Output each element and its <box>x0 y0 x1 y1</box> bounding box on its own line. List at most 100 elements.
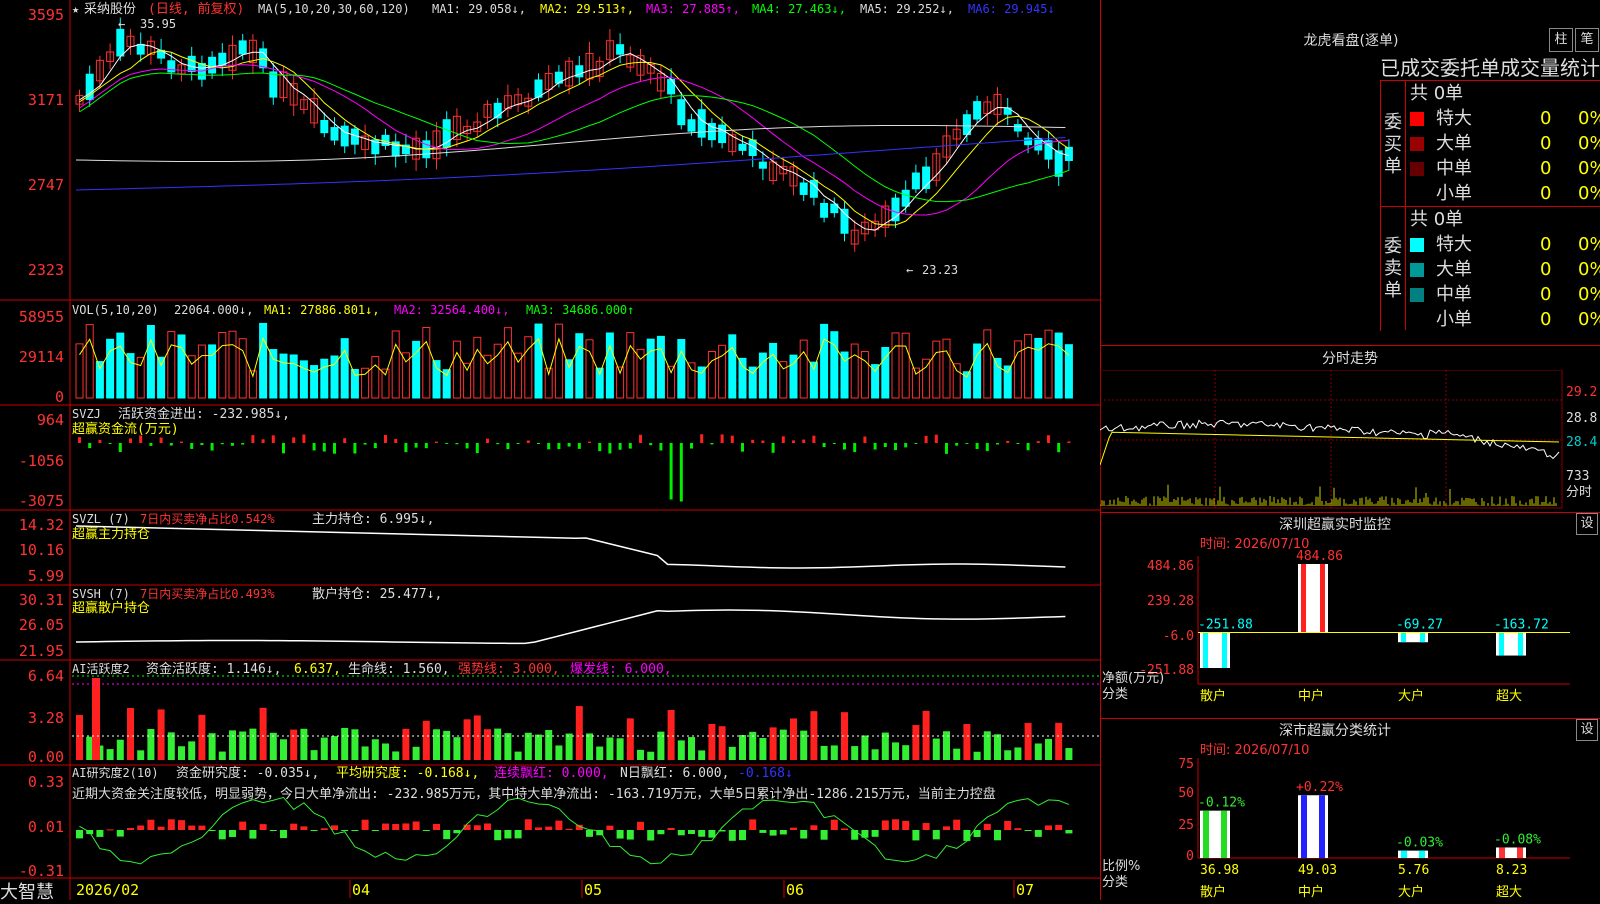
ai-research-bar <box>800 830 808 839</box>
ai-research-bar <box>1065 830 1073 834</box>
stats-change-label: +0.22% <box>1296 780 1343 795</box>
buy-row: 大单 0 0% <box>1410 131 1600 156</box>
ai-research-bar <box>494 830 502 841</box>
stats-category-label: 中户 <box>1298 884 1324 900</box>
kline-chart[interactable]: ★ 采纳股份 (日线, 前复权) MA(5,10,20,30,60,120) M… <box>0 0 1100 900</box>
volume-bar <box>106 338 115 399</box>
ai-research-bar <box>626 830 634 840</box>
ai-research-bar <box>637 821 644 830</box>
svzj-bar <box>577 443 581 449</box>
sell-row: 中单 0 0% <box>1410 282 1600 307</box>
ai-activity-bar <box>514 751 522 760</box>
ai-activity-bar <box>535 734 542 760</box>
svsh-axis-label: 21.95 <box>19 642 64 660</box>
swatch-icon <box>1410 137 1424 151</box>
ai-activity-peak-bar <box>92 678 100 760</box>
volume-bar <box>677 339 686 399</box>
svzj-bar <box>312 443 316 451</box>
volume-bar <box>738 357 747 399</box>
svzj-bar <box>414 443 418 448</box>
swatch-icon <box>1410 288 1424 302</box>
svzj-axis-label: 964 <box>37 411 64 429</box>
minute-chart[interactable]: 29.2 28.8 28.4 733 分时 <box>1100 370 1600 510</box>
svzj-bar <box>404 443 408 453</box>
ai-activity-bar <box>198 714 206 760</box>
volume-bar <box>779 361 788 399</box>
minute-axis-label: 733 <box>1566 469 1589 484</box>
ai-activity-bar <box>1065 748 1073 760</box>
volume-bar <box>656 335 665 399</box>
candle <box>238 40 247 55</box>
minute-price-line <box>1100 419 1560 460</box>
ai-activity-bar <box>300 728 308 760</box>
svzj-bar <box>812 435 816 443</box>
minute-average-line <box>1100 431 1560 466</box>
ai1-axis-label: 6.64 <box>28 667 64 685</box>
buy-row-count: 0 <box>1540 158 1552 179</box>
monitor-axis-label: 239.28 <box>1147 594 1194 609</box>
svzj-bar <box>985 443 989 452</box>
svzj-bar <box>730 435 734 443</box>
ai-activity-bar <box>637 749 644 760</box>
ai-research-bar <box>973 830 981 838</box>
ai-activity-bar <box>779 729 787 760</box>
svzj-bar <box>169 443 173 446</box>
svzj-bar <box>894 443 897 451</box>
ai-activity-bar <box>667 709 675 760</box>
ai-activity-bar <box>290 729 298 760</box>
volume-bar <box>707 350 716 399</box>
stock-name[interactable]: 采纳股份 <box>84 2 136 17</box>
high-arrow-icon: ← <box>118 17 125 31</box>
ai-activity-bar <box>963 724 971 760</box>
svzj-bar <box>271 435 275 443</box>
bar-view-button[interactable]: 柱 <box>1549 28 1573 52</box>
stats-bar-stripe <box>1499 847 1505 858</box>
main-chart-area[interactable]: ★ 采纳股份 (日线, 前复权) MA(5,10,20,30,60,120) M… <box>0 0 1100 903</box>
ai-activity-bar <box>1024 723 1032 760</box>
ai-research-bar <box>402 823 410 830</box>
candle <box>187 55 196 72</box>
volume-bar <box>534 323 543 399</box>
ai-activity-bar <box>698 750 706 760</box>
sell-row-pct: 0% <box>1578 309 1600 330</box>
buy-side-label: 委买单 <box>1384 112 1402 177</box>
minute-volume-bars <box>1100 484 1559 506</box>
svzj-bar <box>904 443 908 448</box>
candle <box>208 56 217 74</box>
stats-settings-button[interactable]: 设 <box>1576 719 1598 741</box>
buy-row-pct: 0% <box>1578 158 1600 179</box>
ai-research-bar <box>473 825 481 830</box>
volume-bar <box>75 343 84 399</box>
stats-bar-stripe <box>1221 810 1227 858</box>
volume-bar <box>942 338 951 399</box>
ai-research-bar <box>606 825 614 830</box>
monitor-category-label: 超大 <box>1496 689 1522 704</box>
candle <box>820 202 829 218</box>
buy-row-pct: 0% <box>1578 108 1600 129</box>
sell-row: 小单 0 0% <box>1410 307 1600 332</box>
ai-research-bar <box>116 830 124 837</box>
tick-view-button[interactable]: 笔 <box>1575 28 1599 52</box>
price-axis-label: 3595 <box>28 6 64 24</box>
volume-bar <box>809 361 818 399</box>
sell-row-count: 0 <box>1540 309 1552 330</box>
monitor-unit-label: 净额(万元) <box>1102 671 1164 686</box>
ai-research-bar <box>739 830 746 841</box>
monitor-settings-button[interactable]: 设 <box>1576 513 1598 535</box>
volume-bar <box>575 333 584 399</box>
stats-unit-label: 比例% <box>1102 859 1140 874</box>
svzj-bar <box>261 439 265 443</box>
svzj-bar <box>557 443 561 450</box>
ai-activity-bar <box>382 743 389 760</box>
svzj-bar <box>761 440 765 443</box>
minute-axis-label: 29.2 <box>1566 385 1597 400</box>
stats-axis-label: 50 <box>1178 786 1194 801</box>
ai-research-bar <box>912 830 920 841</box>
ai-activity-bar <box>912 725 920 760</box>
sell-row-label: 中单 <box>1436 284 1472 305</box>
monitor-axis-label: -6.0 <box>1163 629 1194 644</box>
ma-line <box>75 124 1066 163</box>
ai-activity-bar <box>341 727 349 760</box>
candle <box>218 52 227 66</box>
dragon-stats-title: 已成交委托单成交量统计 <box>1380 56 1600 80</box>
